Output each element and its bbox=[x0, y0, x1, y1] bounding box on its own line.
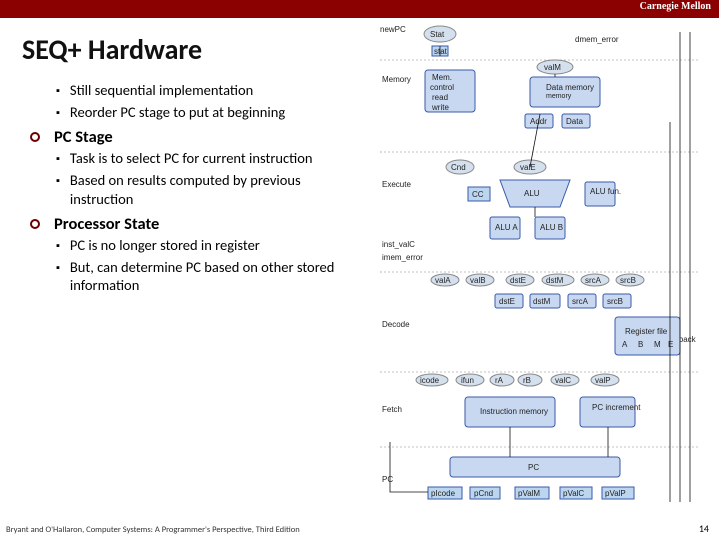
bullet-circle-icon bbox=[30, 219, 40, 229]
svg-text:dstM: dstM bbox=[533, 297, 551, 306]
svg-text:valP: valP bbox=[595, 376, 611, 385]
svg-text:srcA: srcA bbox=[585, 276, 602, 285]
section-heading: PC Stage bbox=[30, 127, 356, 147]
svg-text:A: A bbox=[622, 340, 628, 349]
list-item: Reorder PC stage to put at beginning bbox=[56, 103, 356, 121]
svg-text:valC: valC bbox=[555, 376, 571, 385]
svg-text:valA: valA bbox=[435, 276, 451, 285]
hardware-diagram: Memory Execute Decode Write back Fetch P… bbox=[380, 22, 715, 512]
list-item: Still sequential implementation bbox=[56, 81, 356, 99]
svg-text:Memory: Memory bbox=[382, 75, 411, 84]
svg-text:imem_error: imem_error bbox=[382, 253, 423, 262]
svg-text:stat: stat bbox=[434, 47, 448, 56]
svg-text:control: control bbox=[430, 83, 454, 92]
svg-text:ALU B: ALU B bbox=[540, 223, 563, 232]
org-label: Carnegie Mellon bbox=[640, 1, 711, 12]
svg-text:valB: valB bbox=[470, 276, 486, 285]
svg-text:memory: memory bbox=[546, 93, 572, 100]
svg-text:inst_valC: inst_valC bbox=[382, 240, 415, 249]
svg-text:valE: valE bbox=[520, 163, 536, 172]
svg-text:ifun: ifun bbox=[461, 376, 474, 385]
section-list: Task is to select PC for current instruc… bbox=[56, 149, 356, 207]
svg-text:srcA: srcA bbox=[572, 297, 589, 306]
footer-citation: Bryant and O'Hallaron, Computer Systems:… bbox=[6, 525, 300, 535]
svg-text:srcB: srcB bbox=[607, 297, 623, 306]
svg-text:ALU A: ALU A bbox=[495, 223, 518, 232]
svg-text:dstE: dstE bbox=[510, 276, 526, 285]
list-item: PC is no longer stored in register bbox=[56, 236, 356, 254]
svg-text:icode: icode bbox=[420, 376, 440, 385]
svg-text:pValM: pValM bbox=[518, 489, 540, 498]
svg-text:ALU: ALU bbox=[524, 189, 540, 198]
list-item: Based on results computed by previous in… bbox=[56, 171, 356, 207]
list-item: Task is to select PC for current instruc… bbox=[56, 149, 356, 167]
svg-text:rB: rB bbox=[523, 376, 531, 385]
svg-text:valM: valM bbox=[544, 63, 561, 72]
svg-text:dstE: dstE bbox=[499, 297, 515, 306]
svg-text:dmem_error: dmem_error bbox=[575, 35, 619, 44]
svg-text:Cnd: Cnd bbox=[451, 163, 466, 172]
title-bar: Carnegie Mellon bbox=[0, 0, 719, 18]
svg-text:Fetch: Fetch bbox=[382, 405, 402, 414]
svg-text:Decode: Decode bbox=[382, 320, 410, 329]
svg-text:pIcode: pIcode bbox=[431, 489, 456, 498]
svg-text:PC: PC bbox=[528, 463, 539, 472]
svg-text:Register file: Register file bbox=[625, 327, 668, 336]
svg-text:CC: CC bbox=[472, 190, 484, 199]
page-number: 14 bbox=[699, 522, 709, 535]
svg-text:M: M bbox=[654, 340, 661, 349]
svg-text:Mem.: Mem. bbox=[432, 73, 452, 82]
svg-text:srcB: srcB bbox=[620, 276, 636, 285]
svg-text:PC: PC bbox=[382, 475, 393, 484]
bullet-circle-icon bbox=[30, 132, 40, 142]
svg-text:E: E bbox=[668, 340, 673, 349]
svg-text:Stat: Stat bbox=[430, 30, 445, 39]
svg-text:newPC: newPC bbox=[380, 25, 406, 34]
section-heading: Processor State bbox=[30, 214, 356, 234]
svg-text:Data: Data bbox=[566, 117, 583, 126]
svg-text:PC increment: PC increment bbox=[592, 403, 641, 412]
svg-text:B: B bbox=[638, 340, 643, 349]
svg-text:Instruction memory: Instruction memory bbox=[480, 407, 548, 416]
svg-text:rA: rA bbox=[495, 376, 504, 385]
section-list: PC is no longer stored in register But, … bbox=[56, 236, 356, 294]
svg-text:Execute: Execute bbox=[382, 180, 411, 189]
intro-list: Still sequential implementation Reorder … bbox=[56, 81, 356, 121]
svg-text:Data memory: Data memory bbox=[546, 83, 594, 92]
svg-text:pCnd: pCnd bbox=[474, 489, 493, 498]
svg-text:read: read bbox=[432, 93, 448, 102]
svg-text:ALU fun.: ALU fun. bbox=[590, 187, 621, 196]
svg-text:dstM: dstM bbox=[546, 276, 564, 285]
svg-text:pValP: pValP bbox=[605, 489, 626, 498]
text-content: Still sequential implementation Reorder … bbox=[56, 81, 356, 294]
svg-text:pValC: pValC bbox=[563, 489, 584, 498]
svg-text:write: write bbox=[431, 103, 449, 112]
list-item: But, can determine PC based on other sto… bbox=[56, 258, 356, 294]
